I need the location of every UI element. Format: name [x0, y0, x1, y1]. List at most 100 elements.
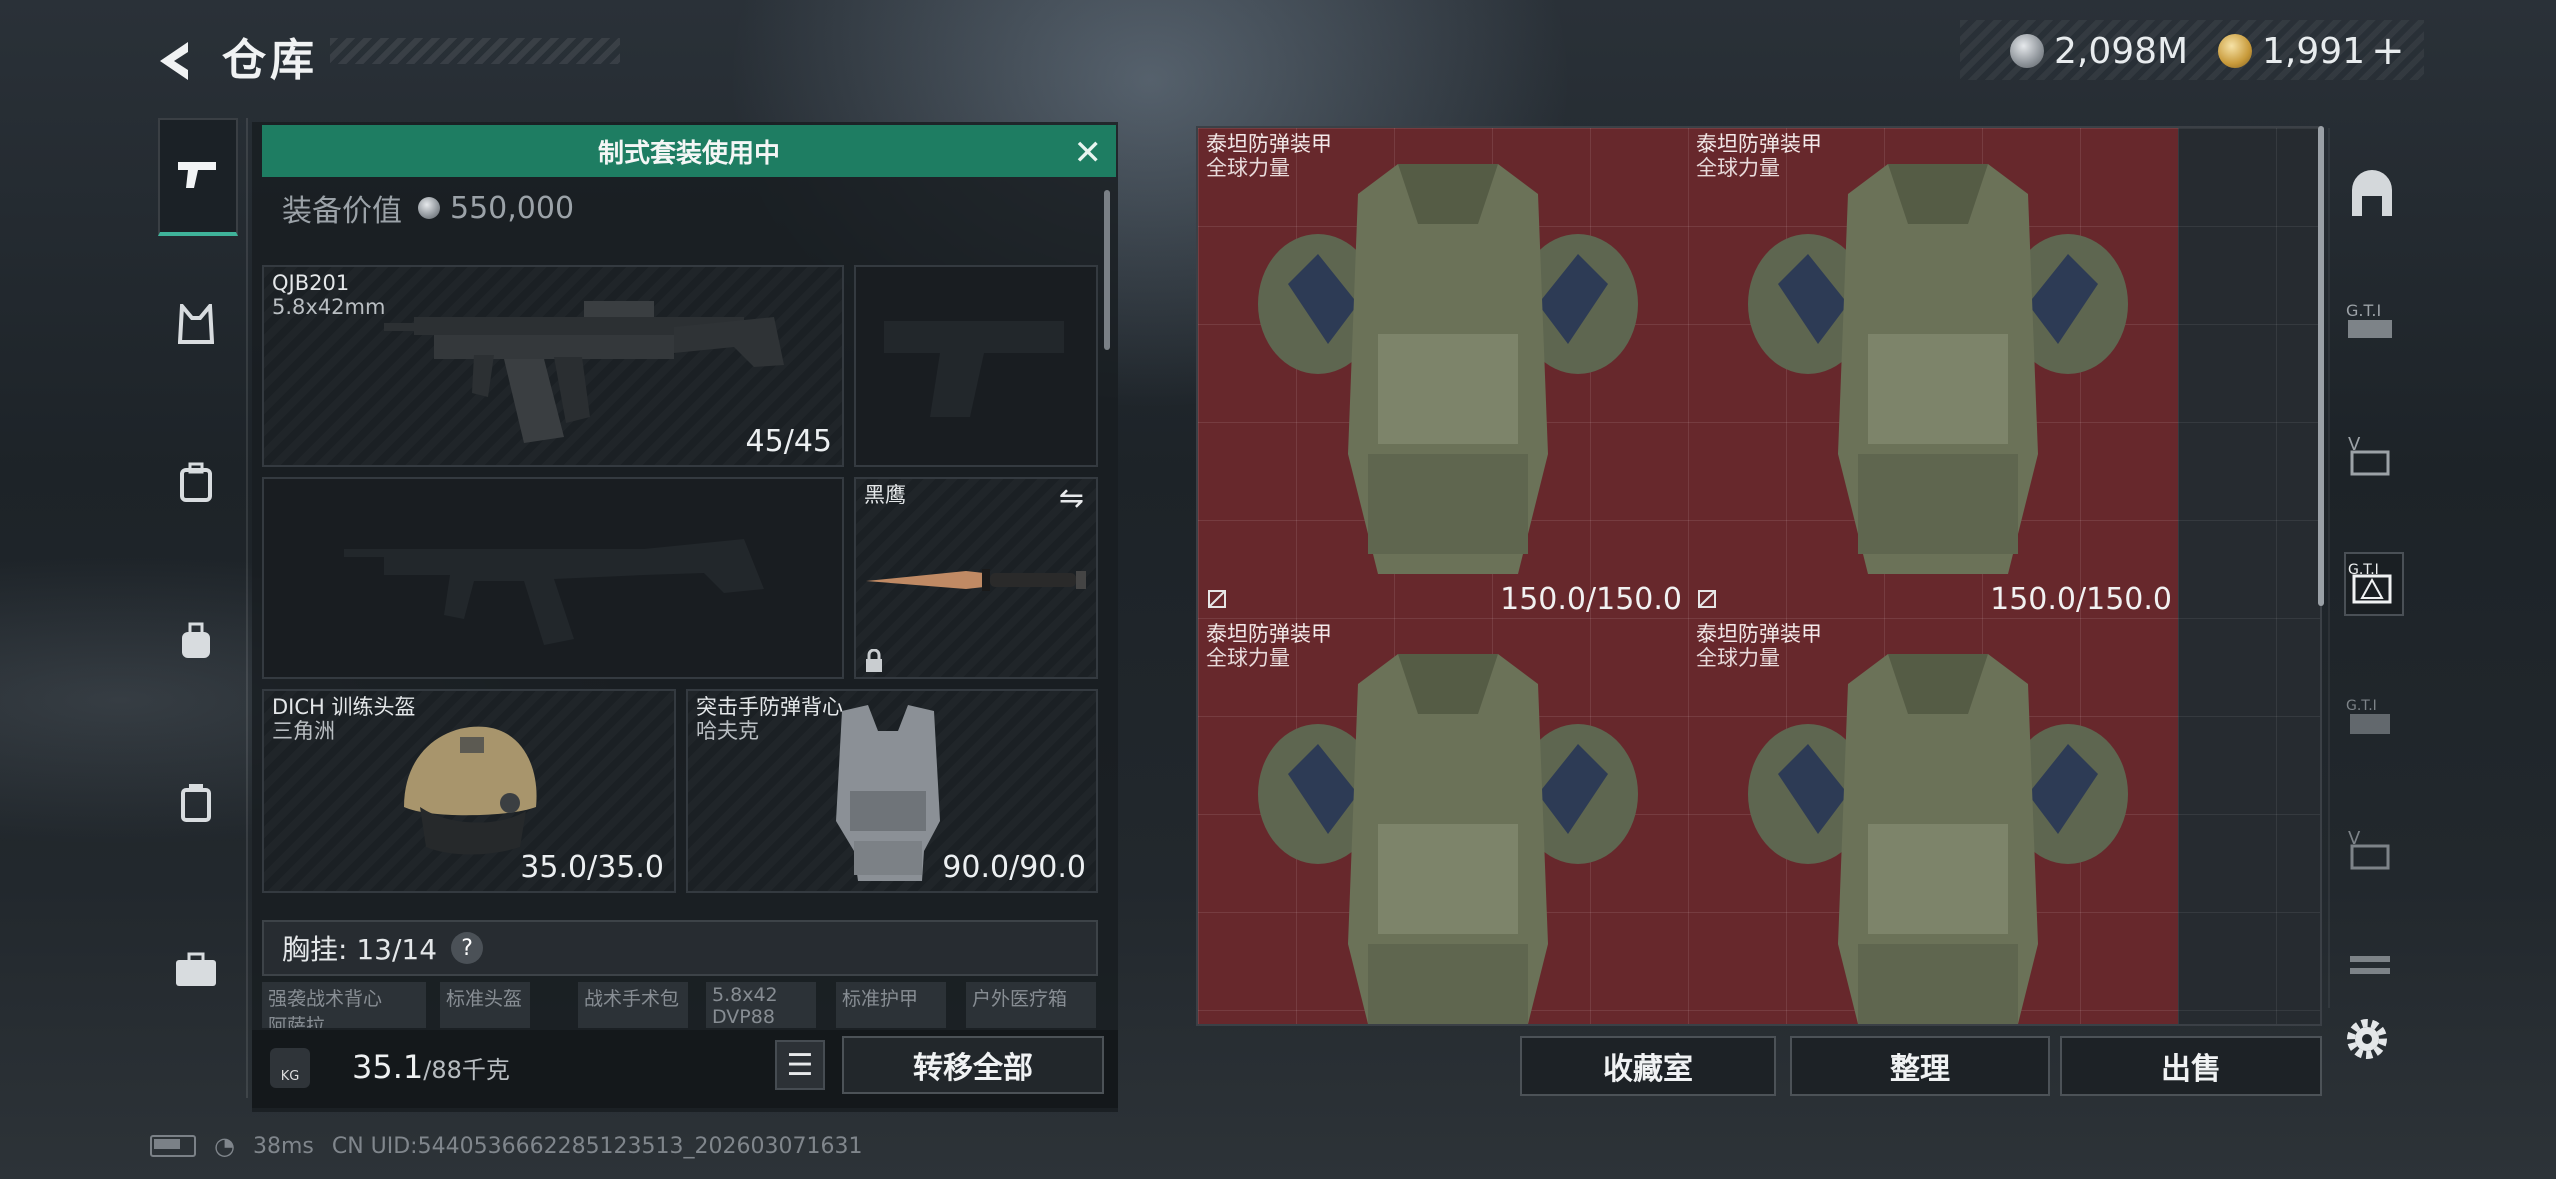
armor-image: [1748, 164, 2128, 574]
storage-crate-icon: V: [2348, 828, 2390, 870]
rig-item[interactable]: 户外医疗箱: [966, 982, 1096, 1028]
storage-category-tabs: G.T.I V G.T.I G.T.I V: [2328, 128, 2404, 1008]
tab-backpack[interactable]: [158, 444, 234, 520]
rig-item[interactable]: 强袭战术背心 阿萨拉: [262, 982, 426, 1028]
body-armor-slot[interactable]: 突击手防弹背心 哈夫克 90.0/90.0: [686, 689, 1098, 893]
silver-currency[interactable]: 2,098M: [2010, 22, 2188, 80]
gold-amount: 1,991: [2262, 30, 2366, 72]
storage-scrollbar[interactable]: [2318, 126, 2324, 606]
knife-image: [866, 569, 1086, 591]
armor-image: [1258, 164, 1638, 574]
title-decoration: [330, 38, 620, 64]
secondary-weapon-slot-empty[interactable]: [262, 477, 844, 679]
rifle-placeholder-icon: [344, 539, 764, 645]
help-icon[interactable]: ?: [451, 932, 484, 964]
battery-icon: [150, 1135, 196, 1157]
banner-text: 制式套装使用中: [597, 138, 780, 169]
backpack-icon: [180, 462, 212, 502]
storage-item[interactable]: 泰坦防弹装甲 全球力量: [1688, 618, 2178, 1024]
weight-current: 35.1: [352, 1048, 424, 1086]
standard-loadout-banner: 制式套装使用中 ✕: [262, 125, 1116, 177]
tab-storage-1[interactable]: G.T.I: [2344, 294, 2400, 354]
add-currency-icon[interactable]: +: [2371, 28, 2405, 74]
storage-item[interactable]: 泰坦防弹装甲 全球力量: [1198, 618, 1688, 1024]
tab-storage-4[interactable]: G.T.I: [2344, 690, 2400, 750]
tab-briefcase[interactable]: [158, 932, 234, 1008]
tab-all-storage[interactable]: [2344, 168, 2400, 228]
rig-capacity-label: 胸挂: 13/14: [282, 933, 438, 966]
tab-chest-rig[interactable]: [158, 286, 234, 362]
gold-coin-icon: [2218, 34, 2252, 68]
carry-weight: 35.1/88千克: [352, 1048, 510, 1086]
weight-icon: KG: [270, 1048, 310, 1088]
collection-room-button[interactable]: 收藏室: [1520, 1036, 1776, 1096]
rifle-image: [384, 301, 784, 443]
settings-gear-icon[interactable]: [2340, 1012, 2394, 1066]
rig-item[interactable]: 战术手术包: [578, 982, 688, 1028]
storage-item[interactable]: 泰坦防弹装甲 全球力量 150.0/150.0: [1198, 128, 1688, 618]
storage-shelf-icon: [2350, 956, 2390, 974]
tab-storage-2[interactable]: V: [2344, 428, 2400, 488]
item-brand: 全球力量: [1696, 646, 1780, 670]
bag-icon: [182, 622, 210, 658]
equipment-value-label: 装备价值: [282, 194, 402, 229]
tab-storage-3-active[interactable]: G.T.I: [2344, 552, 2404, 616]
rig-item[interactable]: 标准护甲: [836, 982, 946, 1028]
sidearm-slot-empty[interactable]: [854, 265, 1098, 467]
briefcase-icon: [176, 952, 216, 986]
helmet-brand: 三角洲: [272, 719, 335, 743]
case-icon: [181, 784, 211, 822]
list-view-button[interactable]: ☰: [775, 1040, 825, 1090]
armor-image: [1748, 654, 2128, 1024]
melee-name: 黑鹰: [864, 483, 906, 507]
no-insure-icon: [1698, 590, 1716, 608]
equipment-category-tabs: [148, 118, 248, 1098]
user-uid: CN UID:544053666228512351​3_202603071631: [331, 1133, 863, 1159]
tab-weapons[interactable]: [158, 118, 238, 236]
loadout-scrollbar[interactable]: [1104, 190, 1110, 350]
chest-rig-icon: [178, 304, 214, 344]
melee-slot[interactable]: 黑鹰 ⇋: [854, 477, 1098, 679]
item-name: 泰坦防弹装甲: [1696, 132, 1822, 156]
back-arrow-icon[interactable]: [150, 36, 200, 86]
item-brand: 全球力量: [1696, 156, 1780, 180]
chest-rig-capacity[interactable]: 胸挂: 13/14 ?: [262, 920, 1098, 976]
gold-currency[interactable]: 1,991 +: [2218, 22, 2405, 80]
tab-storage-6[interactable]: [2344, 948, 2400, 1008]
storage-grid[interactable]: 泰坦防弹装甲 全球力量 150.0/150.0 泰坦防弹装甲 全球力量 150.…: [1196, 126, 2322, 1026]
item-brand: 全球力量: [1206, 156, 1290, 180]
tab-bag[interactable]: [158, 602, 234, 678]
silver-coin-icon: [2010, 34, 2044, 68]
rig-item[interactable]: 标准头盔: [440, 982, 530, 1028]
pistol-icon: [178, 162, 216, 188]
helmet-slot[interactable]: DICH 训练头盔 三角洲 35.0/35.0: [262, 689, 676, 893]
storage-crate-icon: V: [2348, 434, 2390, 476]
page-title: 仓库: [222, 35, 318, 86]
storage-case-icon: G.T.I: [2346, 698, 2390, 734]
storage-item[interactable]: 泰坦防弹装甲 全球力量 150.0/150.0: [1688, 128, 2178, 618]
silver-coin-icon: [418, 197, 440, 219]
item-durability: 150.0/150.0: [1500, 582, 1682, 617]
status-bar: ◔ 38ms CN UID:544053666228512351​3_20260…: [150, 1132, 863, 1160]
equipment-value-amount: 550,000: [450, 190, 575, 226]
sell-button[interactable]: 出售: [2060, 1036, 2322, 1096]
helmet-durability: 35.0/35.0: [520, 850, 664, 885]
item-name: 泰坦防弹装甲: [1206, 132, 1332, 156]
armor-image: [1258, 654, 1638, 1024]
tab-storage-5[interactable]: V: [2344, 822, 2400, 882]
rig-item[interactable]: 5.8x42 DVP88: [706, 982, 816, 1028]
ping-value: 38ms: [252, 1133, 314, 1159]
close-icon[interactable]: ✕: [1074, 133, 1103, 173]
tab-case[interactable]: [158, 764, 234, 840]
transfer-all-button[interactable]: 转移全部: [842, 1036, 1104, 1094]
swap-icon[interactable]: ⇋: [1059, 481, 1084, 516]
weapon-ammo: 45/45: [745, 424, 832, 459]
armor-brand: 哈夫克: [696, 719, 759, 743]
item-name: 泰坦防弹装甲: [1696, 622, 1822, 646]
primary-weapon-slot[interactable]: QJB201 5.8x42mm 45/45: [262, 265, 844, 467]
weapon-name: QJB201: [272, 271, 350, 295]
organize-button[interactable]: 整理: [1790, 1036, 2050, 1096]
svg-text:G.T.I: G.T.I: [2346, 301, 2381, 320]
wifi-icon: ◔: [214, 1132, 235, 1160]
storage-hazard-icon: G.T.I: [2348, 562, 2392, 604]
